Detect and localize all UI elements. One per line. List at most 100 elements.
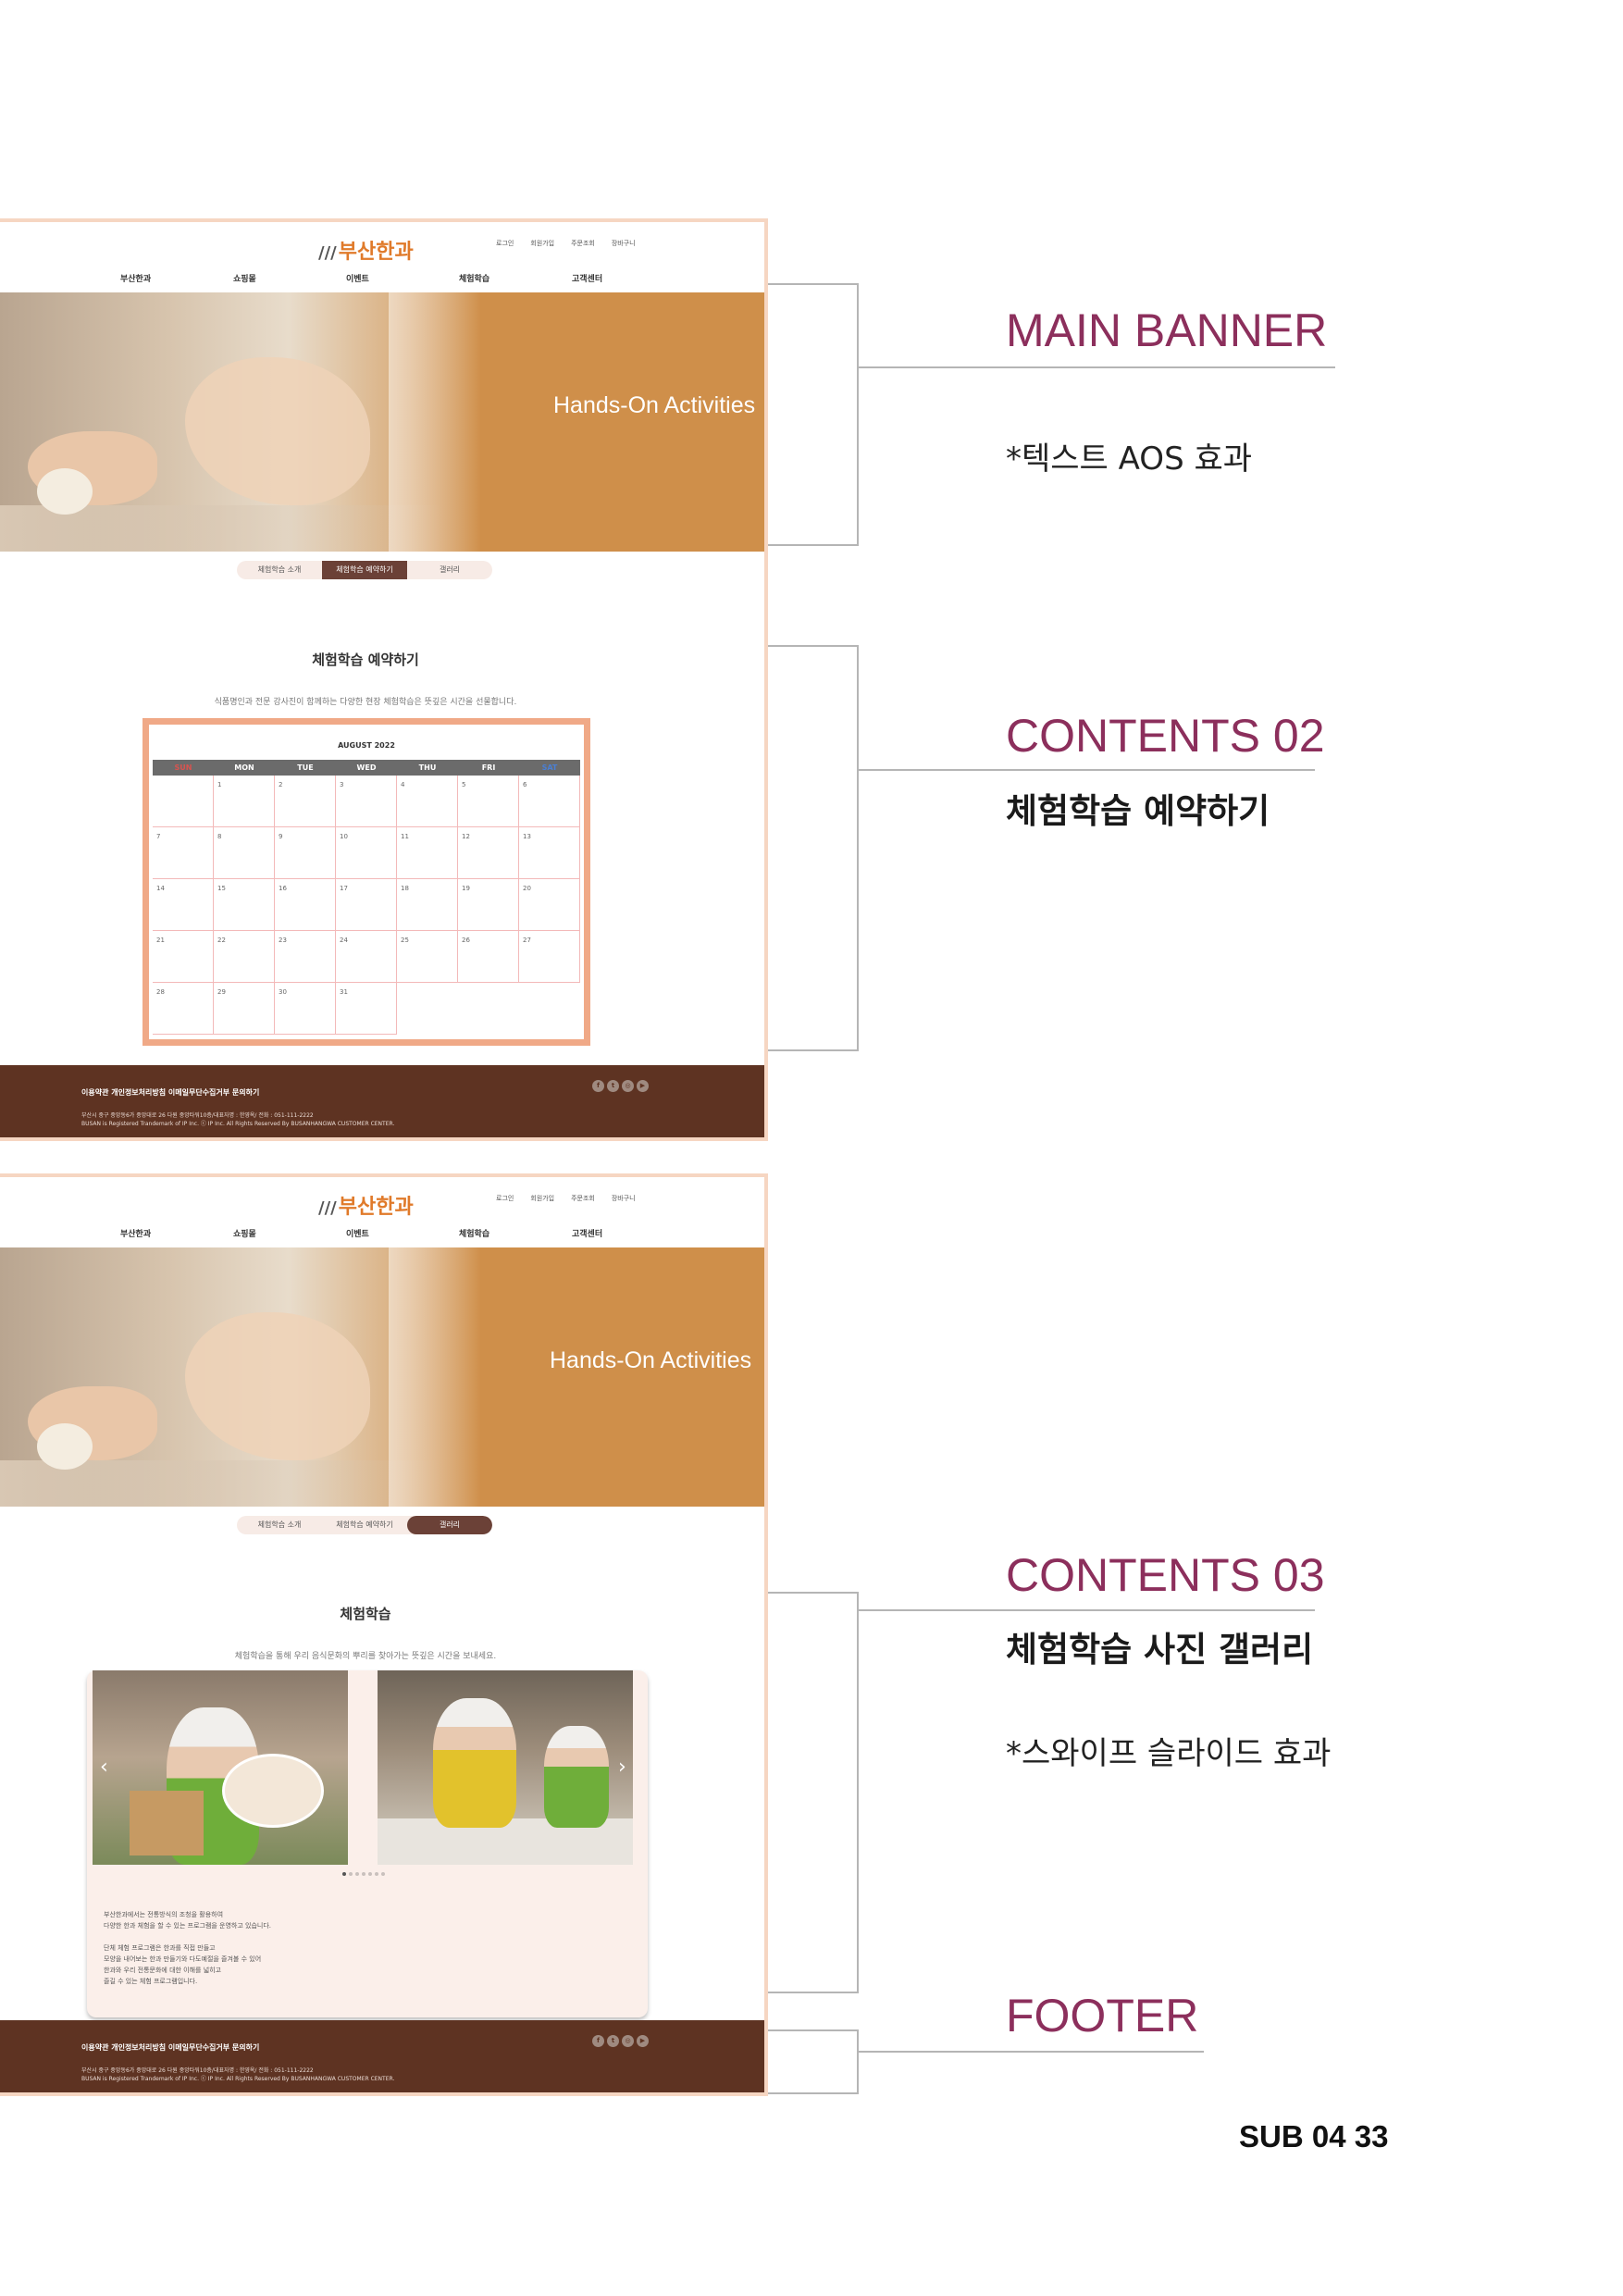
- banner-photo-fade: [389, 1247, 481, 1507]
- footer-links[interactable]: 이용약관 개인정보처리방침 이메일무단수집거부 문의하기: [81, 2042, 259, 2053]
- calendar-day[interactable]: 9: [275, 827, 336, 879]
- nav-item-brand[interactable]: 부산한과: [120, 272, 233, 284]
- site-logo[interactable]: ///부산한과: [318, 235, 414, 265]
- gallery-photo-box: [130, 1791, 204, 1855]
- main-banner: Hands-On Activities: [0, 292, 764, 552]
- nav-item-shop[interactable]: 쇼핑몰: [233, 1227, 346, 1239]
- calendar-day[interactable]: 26: [458, 931, 519, 983]
- slider-dot[interactable]: [368, 1872, 372, 1876]
- calendar-day[interactable]: 21: [153, 931, 214, 983]
- nav-item-shop[interactable]: 쇼핑몰: [233, 272, 346, 284]
- nav-item-activities[interactable]: 체험학습: [459, 272, 572, 284]
- contents02-bracket: [768, 645, 859, 1051]
- annotation-footer: FOOTER: [1006, 1990, 1199, 2042]
- sub-tabs: 체험학습 소개 체험학습 예약하기 갤러리: [237, 1516, 492, 1534]
- order-lookup-link[interactable]: 주문조회: [571, 1194, 595, 1203]
- slider-dot[interactable]: [342, 1872, 346, 1876]
- slider-dot[interactable]: [355, 1872, 359, 1876]
- calendar-day[interactable]: 24: [336, 931, 397, 983]
- reservation-page-mockup: ///부산한과 로그인 회원가입 주문조회 장바구니 부산한과 쇼핑몰 이벤트 …: [0, 218, 768, 1141]
- calendar-day[interactable]: 6: [519, 776, 580, 827]
- calendar-day[interactable]: 29: [214, 983, 275, 1035]
- cart-link[interactable]: 장바구니: [612, 1194, 636, 1203]
- annotation-main-banner: MAIN BANNER: [1006, 304, 1328, 356]
- calendar-day[interactable]: 23: [275, 931, 336, 983]
- calendar-day[interactable]: 3: [336, 776, 397, 827]
- tab-intro[interactable]: 체험학습 소개: [237, 1516, 322, 1534]
- youtube-icon[interactable]: ▶: [637, 1080, 649, 1092]
- social-icons: f t ◎ ▶: [592, 1080, 649, 1092]
- slider-dot[interactable]: [349, 1872, 353, 1876]
- slider-dot[interactable]: [375, 1872, 378, 1876]
- twitter-icon[interactable]: t: [607, 2035, 619, 2047]
- calendar-day[interactable]: 31: [336, 983, 397, 1035]
- calendar-day[interactable]: 7: [153, 827, 214, 879]
- calendar-day[interactable]: 22: [214, 931, 275, 983]
- calendar-day[interactable]: 20: [519, 879, 580, 931]
- banner-photo-fade: [389, 292, 481, 552]
- twitter-icon[interactable]: t: [607, 1080, 619, 1092]
- calendar-day[interactable]: 13: [519, 827, 580, 879]
- tab-gallery[interactable]: 갤러리: [407, 1516, 492, 1534]
- calendar-day[interactable]: 2: [275, 776, 336, 827]
- calendar-day[interactable]: 16: [275, 879, 336, 931]
- gallery-page-mockup: ///부산한과 로그인 회원가입 주문조회 장바구니 부산한과 쇼핑몰 이벤트 …: [0, 1173, 768, 2096]
- calendar-day[interactable]: [153, 776, 214, 827]
- footer-address: 부산시 중구 중앙동6가 중앙대로 26 다원 중앙타워10층/대표자명 : 한…: [81, 1111, 394, 1128]
- calendar-day[interactable]: 25: [397, 931, 458, 983]
- weekday-label: MON: [234, 763, 254, 772]
- calendar-day[interactable]: 18: [397, 879, 458, 931]
- youtube-icon[interactable]: ▶: [637, 2035, 649, 2047]
- nav-item-support[interactable]: 고객센터: [572, 272, 685, 284]
- nav-item-brand[interactable]: 부산한과: [120, 1227, 233, 1239]
- tab-intro[interactable]: 체험학습 소개: [237, 561, 322, 579]
- gallery-slide[interactable]: [93, 1670, 348, 1865]
- calendar-month: AUGUST 2022: [338, 741, 395, 750]
- calendar-day[interactable]: 11: [397, 827, 458, 879]
- chevron-left-icon[interactable]: ‹: [100, 1756, 108, 1779]
- main-banner-bracket: [768, 283, 859, 546]
- calendar-day[interactable]: 8: [214, 827, 275, 879]
- cart-link[interactable]: 장바구니: [612, 239, 636, 248]
- calendar-day[interactable]: 12: [458, 827, 519, 879]
- calendar-day[interactable]: 15: [214, 879, 275, 931]
- calendar-day[interactable]: 5: [458, 776, 519, 827]
- tab-reservation[interactable]: 체험학습 예약하기: [322, 1516, 407, 1534]
- slider-dot[interactable]: [362, 1872, 365, 1876]
- facebook-icon[interactable]: f: [592, 1080, 604, 1092]
- order-lookup-link[interactable]: 주문조회: [571, 239, 595, 248]
- calendar-day[interactable]: 19: [458, 879, 519, 931]
- gallery-slide[interactable]: [378, 1670, 633, 1865]
- instagram-icon[interactable]: ◎: [622, 2035, 634, 2047]
- gallery-text-line: 단체 체험 프로그램은 한과를 직접 만들고: [104, 1944, 216, 1952]
- gallery-description: 부산한과에서는 전통방식의 조청을 활용하여 다양한 한과 체험을 할 수 있는…: [104, 1909, 271, 1998]
- slider-dot[interactable]: [381, 1872, 385, 1876]
- main-banner: Hands-On Activities: [0, 1247, 764, 1507]
- instagram-icon[interactable]: ◎: [622, 1080, 634, 1092]
- login-link[interactable]: 로그인: [496, 1194, 514, 1203]
- gallery-text-line: 즐길 수 있는 체험 프로그램입니다.: [104, 1978, 198, 1985]
- social-icons: f t ◎ ▶: [592, 2035, 649, 2047]
- nav-item-support[interactable]: 고객센터: [572, 1227, 685, 1239]
- calendar-day[interactable]: 4: [397, 776, 458, 827]
- calendar-day[interactable]: 30: [275, 983, 336, 1035]
- signup-link[interactable]: 회원가입: [530, 239, 554, 248]
- chevron-right-icon[interactable]: ›: [618, 1756, 626, 1779]
- calendar-day[interactable]: 28: [153, 983, 214, 1035]
- calendar-day[interactable]: 17: [336, 879, 397, 931]
- facebook-icon[interactable]: f: [592, 2035, 604, 2047]
- tab-reservation[interactable]: 체험학습 예약하기: [322, 561, 407, 579]
- tab-gallery[interactable]: 갤러리: [407, 561, 492, 579]
- site-logo[interactable]: ///부산한과: [318, 1190, 414, 1220]
- calendar-day[interactable]: 1: [214, 776, 275, 827]
- nav-item-event[interactable]: 이벤트: [346, 272, 459, 284]
- calendar-day[interactable]: 27: [519, 931, 580, 983]
- calendar-day[interactable]: 14: [153, 879, 214, 931]
- gallery-text-line: 다양한 한과 체험을 할 수 있는 프로그램을 운영하고 있습니다.: [104, 1922, 272, 1930]
- nav-item-event[interactable]: 이벤트: [346, 1227, 459, 1239]
- nav-item-activities[interactable]: 체험학습: [459, 1227, 572, 1239]
- footer-links[interactable]: 이용약관 개인정보처리방침 이메일무단수집거부 문의하기: [81, 1087, 259, 1098]
- login-link[interactable]: 로그인: [496, 239, 514, 248]
- signup-link[interactable]: 회원가입: [530, 1194, 554, 1203]
- calendar-day[interactable]: 10: [336, 827, 397, 879]
